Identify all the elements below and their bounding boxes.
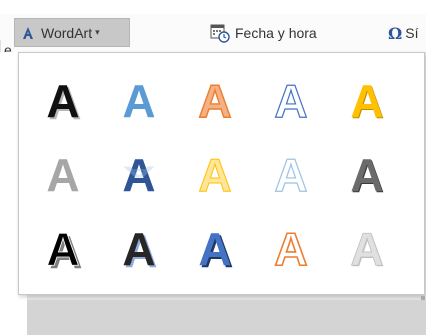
ribbon-insert-group: WordArt ▾ Fecha y hora Ω Sí (0, 14, 426, 53)
svg-text:A: A (274, 223, 307, 275)
svg-text:A: A (122, 75, 155, 127)
wordart-style-outline-blue-white[interactable]: A (263, 65, 319, 139)
svg-text:A: A (122, 223, 155, 275)
wordart-preview-icon: AA (122, 149, 155, 201)
wordart-style-fill-blue-3d[interactable]: AA (187, 213, 243, 287)
wordart-preview-icon: A (198, 74, 233, 127)
svg-text:A: A (274, 75, 307, 127)
wordart-style-grid: AAAAAAAAAAAAAAAAAAAAAAA (19, 53, 395, 287)
wordart-style-fill-blue-gradient[interactable]: A (111, 65, 167, 139)
wordart-icon (23, 26, 33, 39)
svg-text:A: A (198, 223, 231, 275)
wordart-preview-icon: A (274, 148, 308, 201)
wordart-preview-icon: A (122, 75, 155, 127)
wordart-style-fill-orange-outline[interactable]: A (187, 65, 243, 139)
wordart-style-fill-gray[interactable]: A (35, 139, 91, 213)
omega-icon: Ω (388, 23, 403, 43)
wordart-style-fill-black-blue-shadow[interactable]: AA (111, 213, 167, 287)
wordart-preview-icon: AA (350, 223, 385, 276)
svg-text:A: A (46, 75, 79, 127)
wordart-style-fill-black-outline-shadow[interactable]: AA (35, 213, 91, 287)
symbol-button[interactable]: Ω Sí (382, 19, 426, 47)
wordart-preview-icon: A (46, 149, 79, 201)
wordart-style-fill-yellow-outline[interactable]: A (187, 139, 243, 213)
svg-text:A: A (46, 223, 79, 275)
wordart-gallery: AAAAAAAAAAAAAAAAAAAAAAA (18, 52, 425, 300)
wordart-preview-icon: AA (122, 223, 157, 277)
date-time-button[interactable]: Fecha y hora (204, 19, 364, 47)
wordart-style-fill-black-shadow[interactable]: AA (35, 65, 91, 139)
chevron-down-icon: ▾ (95, 27, 100, 37)
resize-handle[interactable] (421, 296, 425, 300)
wordart-style-fill-silver-gradient[interactable]: AA (339, 213, 395, 287)
wordart-preview-icon: A (274, 222, 309, 276)
wordart-preview-icon: AA (46, 75, 81, 129)
wordart-preview-icon: AA (46, 223, 83, 278)
wordart-style-outline-orange-white[interactable]: A (263, 213, 319, 287)
wordart-style-fill-darkgray-bevel[interactable]: AA (339, 139, 395, 213)
wordart-preview-icon: A (274, 74, 308, 127)
wordart-preview-icon: AA (198, 223, 233, 277)
wordart-label: WordArt (41, 24, 93, 41)
svg-text:A: A (350, 223, 383, 275)
wordart-preview-icon: AA (350, 75, 384, 128)
wordart-button[interactable]: WordArt ▾ (14, 18, 130, 47)
svg-text:A: A (350, 75, 383, 127)
symbol-label: Sí (405, 25, 419, 41)
svg-text:A: A (350, 149, 383, 201)
svg-text:A: A (46, 149, 79, 201)
wordart-style-fill-blue-reflection[interactable]: AA (111, 139, 167, 213)
svg-text:A: A (274, 149, 307, 201)
svg-text:A: A (198, 75, 231, 127)
wordart-preview-icon: AA (350, 149, 384, 202)
calendar-clock-icon (210, 24, 230, 43)
wordart-preview-icon: A (198, 149, 232, 202)
document-lower-area (27, 300, 426, 335)
svg-text:A: A (122, 163, 155, 181)
wordart-style-fill-gold[interactable]: AA (339, 65, 395, 139)
wordart-style-outline-lightblue[interactable]: A (263, 139, 319, 213)
top-strip (0, 0, 426, 14)
date-time-label: Fecha y hora (235, 25, 317, 41)
svg-text:A: A (198, 149, 231, 201)
